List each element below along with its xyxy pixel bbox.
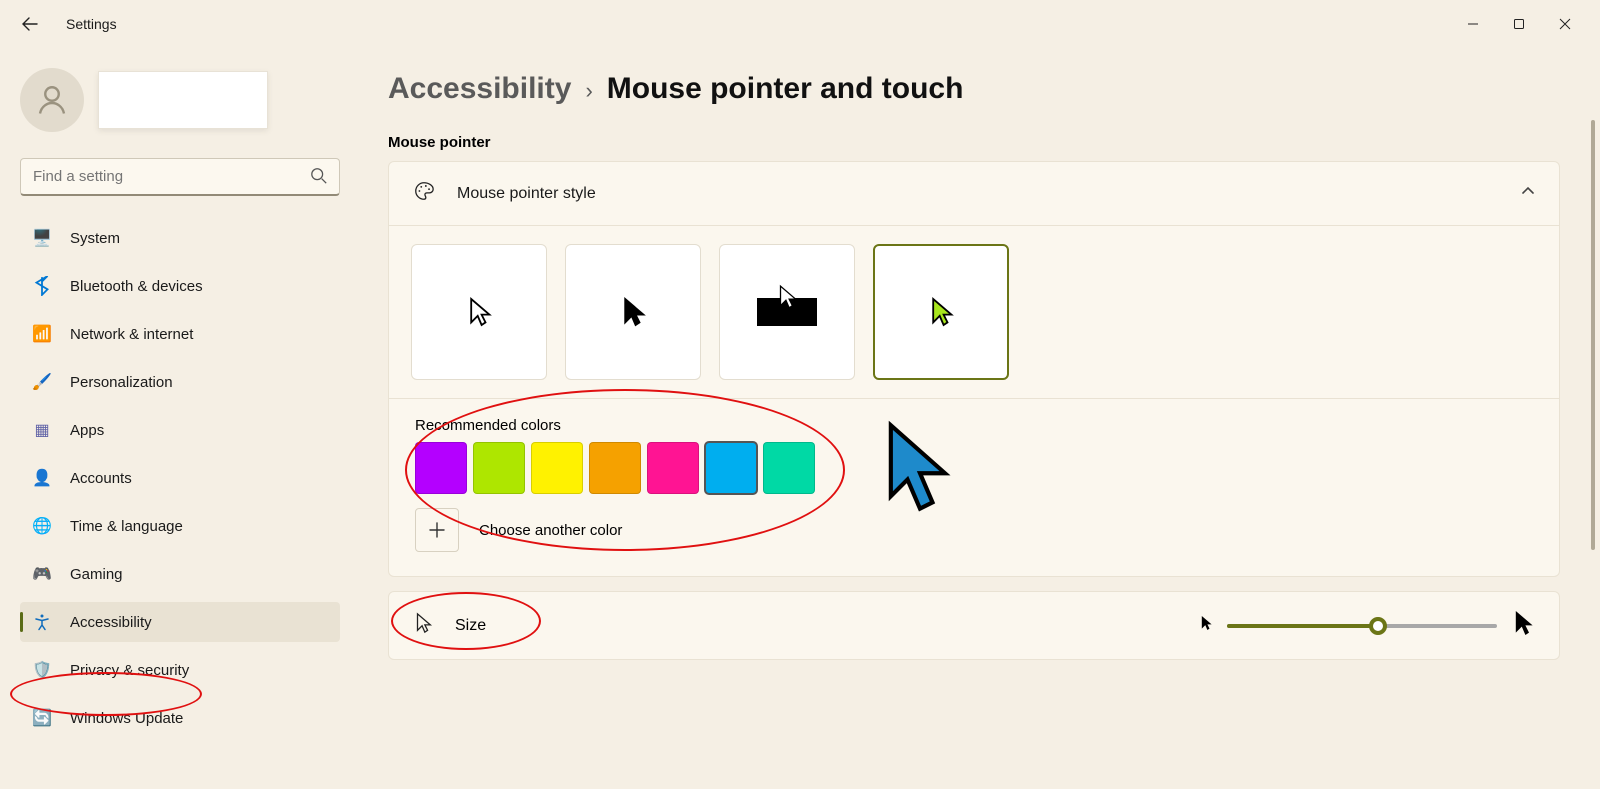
breadcrumb-parent[interactable]: Accessibility [388, 72, 571, 106]
nav-icon [32, 276, 52, 296]
sidebar-item-label: Personalization [70, 374, 173, 391]
sidebar-item-label: Time & language [70, 518, 183, 535]
sidebar: 🖥️ System Bluetooth & devices 📶 Network & in… [0, 48, 360, 789]
scrollbar-thumb[interactable] [1591, 120, 1595, 550]
nav-icon: 👤 [32, 468, 52, 488]
nav-icon: 🖌️ [32, 372, 52, 392]
pointer-style-card: Mouse pointer style Recommended colors C… [388, 161, 1560, 577]
sidebar-item-apps[interactable]: ▦ Apps [20, 410, 340, 450]
color-swatch[interactable] [531, 442, 583, 494]
color-swatch[interactable] [473, 442, 525, 494]
cursor-small-icon [1199, 614, 1213, 637]
plus-icon [428, 521, 446, 539]
maximize-button[interactable] [1496, 6, 1542, 42]
sidebar-item-label: Gaming [70, 566, 123, 583]
nav-icon: 🖥️ [32, 228, 52, 248]
sidebar-item-accessibility[interactable]: Accessibility [20, 602, 340, 642]
minimize-button[interactable] [1450, 6, 1496, 42]
size-slider-wrap [1199, 608, 1535, 643]
search-input[interactable] [20, 158, 340, 196]
arrow-left-icon [22, 16, 38, 32]
sidebar-item-label: Accounts [70, 470, 132, 487]
sidebar-item-network-internet[interactable]: 📶 Network & internet [20, 314, 340, 354]
cursor-icon [413, 612, 433, 639]
size-label: Size [455, 617, 486, 635]
sidebar-item-bluetooth-devices[interactable]: Bluetooth & devices [20, 266, 340, 306]
sidebar-item-label: Windows Update [70, 710, 183, 727]
search-icon [310, 167, 328, 190]
app-title: Settings [66, 16, 117, 32]
sidebar-item-privacy-security[interactable]: 🛡️ Privacy & security [20, 650, 340, 690]
window-controls [1450, 6, 1588, 42]
size-slider[interactable] [1227, 624, 1497, 628]
scrollbar-vertical[interactable] [1586, 48, 1600, 788]
nav-icon [32, 612, 52, 632]
sidebar-item-label: Apps [70, 422, 104, 439]
user-row [20, 68, 340, 132]
color-swatch[interactable] [415, 442, 467, 494]
sidebar-item-windows-update[interactable]: 🔄 Windows Update [20, 698, 340, 738]
sidebar-item-accounts[interactable]: 👤 Accounts [20, 458, 340, 498]
pointer-style-inverted[interactable] [719, 244, 855, 380]
color-swatches [415, 442, 815, 494]
choose-color-button[interactable] [415, 508, 459, 552]
pointer-style-custom[interactable] [873, 244, 1009, 380]
slider-thumb[interactable] [1369, 617, 1387, 635]
sidebar-item-label: Network & internet [70, 326, 193, 343]
pointer-preview [875, 417, 965, 522]
search-box [20, 158, 340, 196]
pointer-style-options [389, 225, 1559, 398]
color-block: Recommended colors Choose another color [389, 398, 1559, 576]
color-swatch[interactable] [589, 442, 641, 494]
person-icon [34, 82, 70, 118]
pointer-style-title: Mouse pointer style [457, 185, 596, 203]
size-card: Size [388, 591, 1560, 660]
user-info-card[interactable] [98, 71, 268, 129]
nav-icon: ▦ [32, 420, 52, 440]
sidebar-item-gaming[interactable]: 🎮 Gaming [20, 554, 340, 594]
sidebar-item-time-language[interactable]: 🌐 Time & language [20, 506, 340, 546]
back-button[interactable] [12, 6, 48, 42]
pointer-style-header[interactable]: Mouse pointer style [389, 162, 1559, 225]
nav-icon: 🎮 [32, 564, 52, 584]
close-button[interactable] [1542, 6, 1588, 42]
nav-icon: 🌐 [32, 516, 52, 536]
chevron-up-icon [1521, 184, 1535, 203]
color-swatch[interactable] [705, 442, 757, 494]
breadcrumb: Accessibility › Mouse pointer and touch [388, 72, 1560, 106]
page-title: Mouse pointer and touch [607, 72, 964, 106]
color-swatch[interactable] [647, 442, 699, 494]
choose-color-label: Choose another color [479, 522, 622, 539]
pointer-style-black[interactable] [565, 244, 701, 380]
nav-icon: 📶 [32, 324, 52, 344]
sidebar-item-label: System [70, 230, 120, 247]
nav-icon: 🔄 [32, 708, 52, 728]
sidebar-item-label: Privacy & security [70, 662, 189, 679]
titlebar: Settings [0, 0, 1600, 48]
sidebar-item-system[interactable]: 🖥️ System [20, 218, 340, 258]
color-swatch[interactable] [763, 442, 815, 494]
sidebar-item-label: Accessibility [70, 614, 152, 631]
nav-icon: 🛡️ [32, 660, 52, 680]
cursor-large-icon [1511, 608, 1535, 643]
section-label: Mouse pointer [388, 134, 1560, 151]
avatar[interactable] [20, 68, 84, 132]
sidebar-item-label: Bluetooth & devices [70, 278, 203, 295]
main-content: Accessibility › Mouse pointer and touch … [360, 48, 1600, 789]
recommended-colors-label: Recommended colors [415, 417, 815, 434]
palette-icon [413, 180, 435, 207]
cursor-icon [875, 417, 965, 517]
sidebar-item-personalization[interactable]: 🖌️ Personalization [20, 362, 340, 402]
nav-list: 🖥️ System Bluetooth & devices 📶 Network & in… [20, 218, 340, 746]
pointer-style-white[interactable] [411, 244, 547, 380]
chevron-right-icon: › [585, 78, 592, 104]
